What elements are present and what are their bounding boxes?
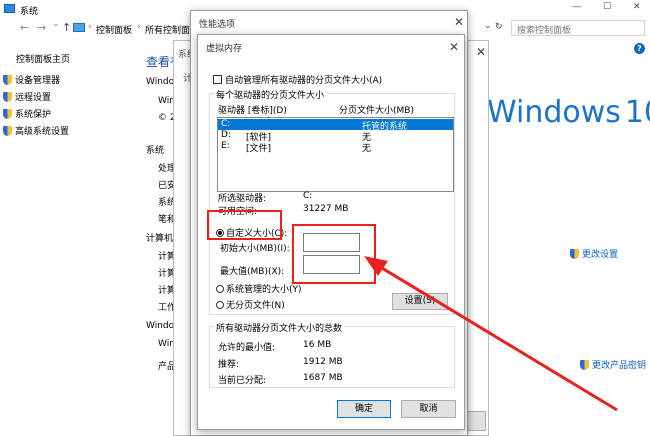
annotation-arrow [364,256,618,412]
arrow-head [364,256,388,276]
arrow-shaft [371,260,618,412]
